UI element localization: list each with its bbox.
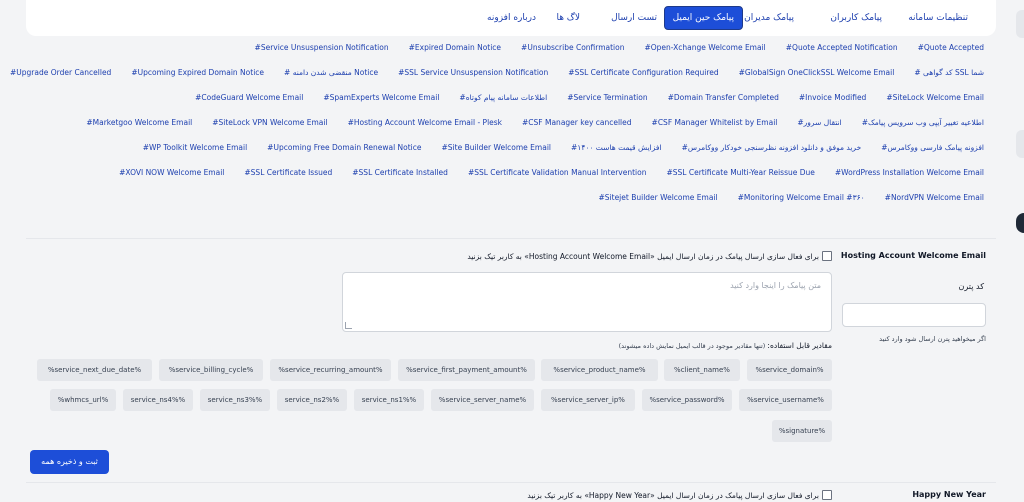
tab-about[interactable]: درباره افزونه [487, 0, 536, 36]
link-row: #WP Toolkit Welcome Email #Upcoming Free… [26, 138, 984, 163]
template-link[interactable]: #Upgrade Order Cancelled [10, 63, 111, 88]
variable-chip[interactable]: %service_billing_cycle% [159, 359, 263, 381]
template-link[interactable]: #WordPress Installation Welcome Email [835, 163, 984, 188]
variable-chip[interactable]: service_ns4%% [123, 389, 193, 411]
template-link[interactable]: #افزونه پیامک فارسی ووکامرس [881, 138, 984, 163]
template-link[interactable]: #CodeGuard Welcome Email [195, 88, 303, 113]
save-all-button[interactable]: ثبت و ذخیره همه [30, 450, 109, 474]
template-link[interactable]: #خرید موفق و دانلود افزونه نظرسنجی خودکا… [682, 138, 862, 163]
template-link[interactable]: #SiteLock VPN Welcome Email [212, 113, 327, 138]
variable-chip[interactable]: %service_first_payment_amount% [398, 359, 535, 381]
divider [26, 482, 996, 483]
template-link[interactable]: # منقضی شدن دامنه Notice [284, 63, 378, 88]
template-link[interactable]: #Site Builder Welcome Email [442, 138, 551, 163]
enable-checkbox-row: برای فعال سازی ارسال پیامک در زمان ارسال… [467, 251, 832, 261]
section-title: Hosting Account Welcome Email [840, 251, 986, 260]
template-link[interactable]: #Quote Accepted Notification [786, 38, 898, 63]
variable-chip[interactable]: %service_server_name% [431, 389, 534, 411]
variable-chip[interactable]: %service_username% [739, 389, 832, 411]
link-row: #Service Unsuspension Notification #Expi… [26, 38, 984, 63]
link-row: #Marketgoo Welcome Email #SiteLock VPN W… [26, 113, 984, 138]
section-title: Happy New Year [912, 490, 986, 499]
tab-test-send[interactable]: تست ارسال [611, 0, 657, 36]
divider [26, 238, 996, 239]
link-row: #XOVI NOW Welcome Email #SSL Certificate… [26, 163, 984, 188]
template-link[interactable]: #SpamExperts Welcome Email [323, 88, 439, 113]
variable-chip[interactable]: service_ns3%% [200, 389, 270, 411]
variable-chip[interactable]: %signature% [772, 420, 832, 442]
link-row: #CodeGuard Welcome Email #SpamExperts We… [26, 88, 984, 113]
template-link[interactable]: #Service Unsuspension Notification [255, 38, 389, 63]
tab-system-settings[interactable]: تنظیمات سامانه [908, 0, 968, 36]
template-link[interactable]: #Unsubscribe Confirmation [521, 38, 624, 63]
template-link[interactable]: #Marketgoo Welcome Email [86, 113, 192, 138]
template-link[interactable]: #XOVI NOW Welcome Email [119, 163, 224, 188]
variable-chip[interactable]: %whmcs_url% [50, 389, 116, 411]
variables-help-label: مقادیر قابل استفاده: [767, 341, 832, 350]
enable-checkbox-row: برای فعال سازی ارسال پیامک در زمان ارسال… [527, 490, 832, 500]
template-link[interactable]: #Domain Transfer Completed [668, 88, 779, 113]
template-link[interactable]: #Open-Xchange Welcome Email [644, 38, 765, 63]
template-link[interactable]: # کد گواهی SSL شما [914, 63, 984, 88]
sidebar-edge [1016, 130, 1024, 158]
template-link[interactable]: #Expired Domain Notice [409, 38, 501, 63]
template-link[interactable]: #افزایش قیمت هاست ۱۴۰۰ [571, 138, 662, 163]
template-link[interactable]: #SSL Certificate Installed [352, 163, 448, 188]
template-link[interactable]: #Quote Accepted [918, 38, 984, 63]
checkbox-label: برای فعال سازی ارسال پیامک در زمان ارسال… [527, 490, 819, 500]
variable-chip[interactable]: %service_password% [642, 389, 732, 411]
variable-chip[interactable]: %service_next_due_date% [37, 359, 152, 381]
email-template-links: #Service Unsuspension Notification #Expi… [10, 38, 985, 213]
tab-admin-sms[interactable]: پیامک مدیران [744, 0, 794, 36]
template-link[interactable]: #SSL Certificate Configuration Required [568, 63, 718, 88]
variable-chip[interactable]: %client_name% [664, 359, 740, 381]
variable-chip[interactable]: %service_recurring_amount% [270, 359, 391, 381]
variable-chip[interactable]: %service_server_ip% [541, 389, 635, 411]
template-link[interactable]: #Monitoring Welcome Email #۳۶۰ [738, 188, 865, 213]
sidebar-toggle[interactable] [1016, 213, 1024, 233]
sms-text-area[interactable]: متن پیامک را اینجا وارد کنید [342, 272, 832, 332]
template-link[interactable]: #اطلاعات سامانه پیام کوتاه [459, 88, 547, 113]
template-link[interactable]: #CSF Manager Whitelist by Email [652, 113, 778, 138]
variable-chip[interactable]: %service_product_name% [541, 359, 658, 381]
tab-bar: تنظیمات سامانه پیامک کاربران پیامک مدیرا… [26, 0, 996, 36]
sms-text-placeholder: متن پیامک را اینجا وارد کنید [730, 281, 821, 290]
template-link[interactable]: #NordVPN Welcome Email [885, 188, 984, 213]
pattern-code-input[interactable] [842, 303, 986, 327]
template-link[interactable]: #Invoice Modified [799, 88, 867, 113]
template-link[interactable]: #اطلاعیه تغییر آیپی وب سرویس پیامک [862, 113, 984, 138]
pattern-help: اگر میخواهید پترن ارسال شود وارد کنید [879, 335, 986, 343]
resize-grip-icon[interactable] [345, 322, 352, 329]
link-row: #Sitejet Builder Welcome Email #Monitori… [26, 188, 985, 213]
pattern-label: کد پترن [958, 282, 984, 291]
template-link[interactable]: #SSL Certificate Issued [244, 163, 332, 188]
checkbox-label: برای فعال سازی ارسال پیامک در زمان ارسال… [467, 251, 819, 261]
template-link[interactable]: #GlobalSign OneClickSSL Welcome Email [739, 63, 895, 88]
template-link[interactable]: #SSL Service Unsuspension Notification [398, 63, 548, 88]
template-link[interactable]: #SiteLock Welcome Email [886, 88, 984, 113]
template-link[interactable]: #Upcoming Expired Domain Notice [131, 63, 264, 88]
template-link[interactable]: #WP Toolkit Welcome Email [143, 138, 247, 163]
template-link[interactable]: #SSL Certificate Validation Manual Inter… [468, 163, 647, 188]
enable-checkbox[interactable] [822, 490, 832, 500]
template-link[interactable]: #Hosting Account Welcome Email - Plesk [348, 113, 502, 138]
variable-chip[interactable]: %service_domain% [747, 359, 832, 381]
variable-chip[interactable]: service_ns1%% [354, 389, 424, 411]
variable-chip[interactable]: service_ns2%% [277, 389, 347, 411]
link-row: #Upgrade Order Cancelled #Upcoming Expir… [10, 63, 984, 88]
enable-checkbox[interactable] [822, 251, 832, 261]
template-link[interactable]: #CSF Manager key cancelled [522, 113, 632, 138]
sidebar-edge [1016, 10, 1024, 38]
tab-email-sms[interactable]: پیامک حین ایمیل [663, 6, 743, 30]
variables-help: مقادیر قابل استفاده: (تنها مقادیر موجود … [619, 341, 832, 350]
template-link[interactable]: #Sitejet Builder Welcome Email [599, 188, 718, 213]
template-link[interactable]: #Upcoming Free Domain Renewal Notice [267, 138, 421, 163]
template-link[interactable]: #SSL Certificate Multi-Year Reissue Due [666, 163, 814, 188]
tab-logs[interactable]: لاگ ها [556, 0, 580, 36]
tab-user-sms[interactable]: پیامک کاربران [830, 0, 882, 36]
template-link[interactable]: #Service Termination [567, 88, 647, 113]
template-link[interactable]: #انتقال سرور [797, 113, 841, 138]
variables-help-note: (تنها مقادیر موجود در قالب ایمیل نمایش د… [618, 342, 768, 350]
